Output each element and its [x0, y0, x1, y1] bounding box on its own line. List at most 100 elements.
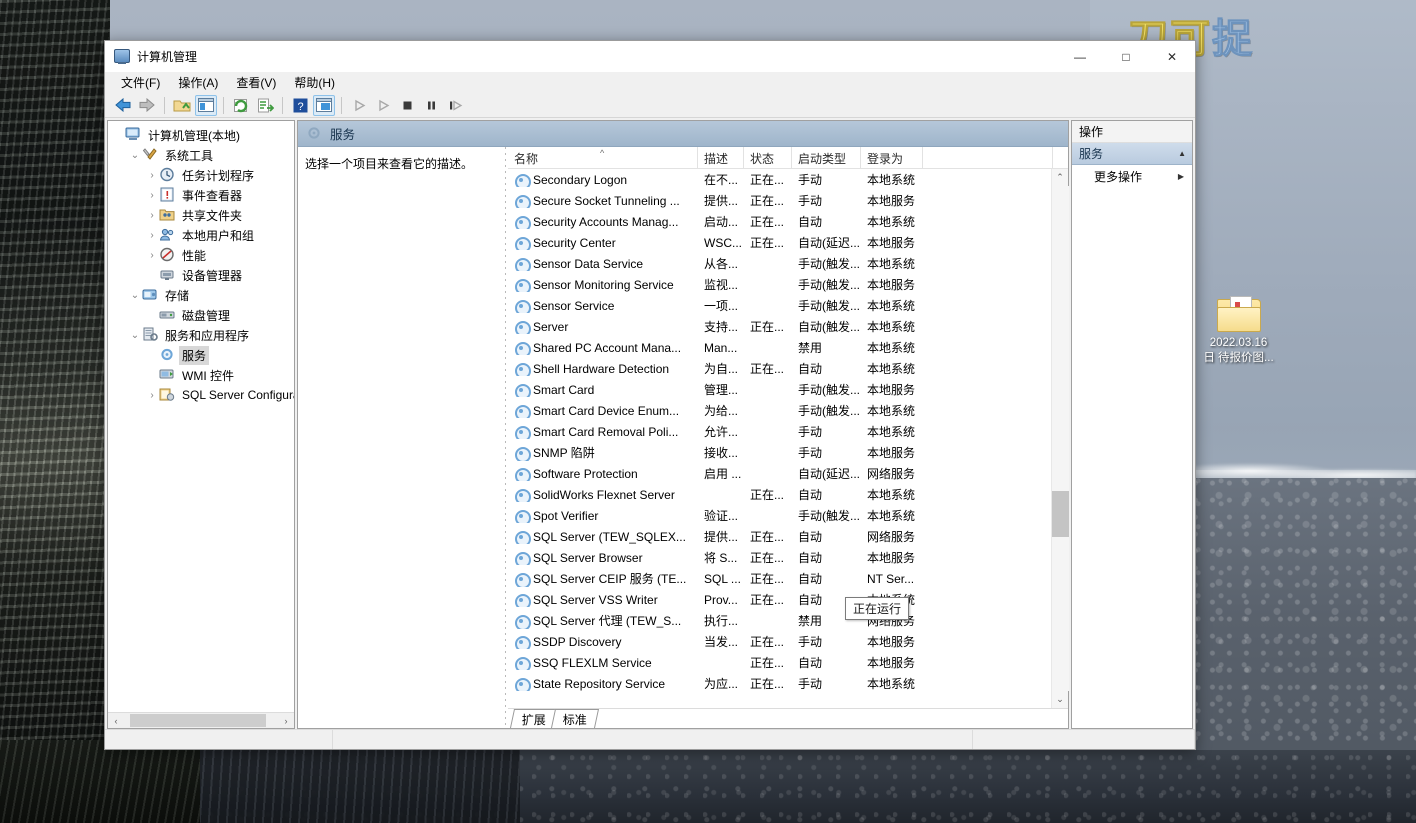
service-logon-as-cell: 本地服务: [867, 446, 916, 460]
actions-group-services[interactable]: 服务 ▲: [1072, 143, 1192, 165]
table-row[interactable]: Sensor Service 一项... 手动(触发... 本地系统: [508, 295, 1051, 316]
table-row[interactable]: SQL Server 代理 (TEW_S... 执行... 禁用 网络服务: [508, 610, 1051, 631]
stop-service-icon[interactable]: [396, 95, 418, 116]
table-row[interactable]: SQL Server Browser 将 S... 正在... 自动 本地服务: [508, 547, 1051, 568]
service-gear-icon: [514, 509, 531, 523]
tree-item-5[interactable]: › 本地用户和组: [111, 225, 294, 245]
restart-service-icon[interactable]: [444, 95, 466, 116]
tree-scroll-track[interactable]: [124, 713, 278, 728]
tree-item-0[interactable]: 计算机管理(本地): [111, 125, 294, 145]
scroll-down-icon[interactable]: ⌄: [1052, 691, 1069, 708]
console-tree[interactable]: 计算机管理(本地) ⌄ 系统工具 › 任务计划程序 › 事件查看器 › 共享文件夹 › 本地用户和组…: [108, 121, 294, 712]
table-row[interactable]: Secondary Logon 在不... 正在... 手动 本地系统: [508, 169, 1051, 190]
title-bar[interactable]: 计算机管理 — □ ✕: [105, 41, 1195, 72]
table-row[interactable]: Server 支持... 正在... 自动(触发... 本地系统: [508, 316, 1051, 337]
services-scroll-thumb[interactable]: [1051, 491, 1069, 537]
menu-view[interactable]: 查看(V): [228, 72, 284, 93]
table-row[interactable]: SSQ FLEXLM Service 正在... 自动 本地服务: [508, 652, 1051, 673]
show-console-tree-icon[interactable]: [195, 94, 217, 116]
services-scroll-track[interactable]: [1051, 186, 1069, 691]
scroll-left-icon[interactable]: ‹: [108, 713, 124, 728]
resume-service-icon[interactable]: [372, 95, 394, 116]
table-row[interactable]: Smart Card 管理... 手动(触发... 本地服务: [508, 379, 1051, 400]
table-row[interactable]: SNMP 陷阱 接收... 手动 本地服务: [508, 442, 1051, 463]
table-row[interactable]: SolidWorks Flexnet Server 正在... 自动 本地系统: [508, 484, 1051, 505]
table-row[interactable]: State Repository Service 为应... 正在... 手动 本地系统: [508, 673, 1051, 694]
scroll-up-icon[interactable]: ⌃: [1052, 169, 1069, 186]
back-arrow-icon[interactable]: [112, 95, 134, 116]
column-header-0[interactable]: 名称 ^: [508, 147, 698, 169]
service-startup-type-cell: 手动(触发...: [798, 299, 860, 313]
storage-icon: [142, 287, 158, 303]
table-row[interactable]: SQL Server VSS WriterProv...正在...自动本地系统: [508, 589, 1051, 610]
tree-item-13[interactable]: › SQL Server Configura: [111, 385, 294, 405]
chevron-right-icon[interactable]: ›: [145, 170, 159, 181]
service-logon-as-cell: 本地系统: [867, 362, 916, 376]
services-vertical-scrollbar[interactable]: ⌃ ⌄: [1051, 169, 1069, 708]
action-more-actions[interactable]: 更多操作 ▶: [1072, 165, 1192, 187]
tree-item-4[interactable]: › 共享文件夹: [111, 205, 294, 225]
table-row[interactable]: Sensor Monitoring Service 监视... 手动(触发... 本地…: [508, 274, 1051, 295]
table-row[interactable]: Smart Card Device Enum... 为给... 手动(触发... 本地…: [508, 400, 1051, 421]
tab-standard[interactable]: 标准: [550, 709, 600, 728]
column-header-5[interactable]: [923, 147, 1053, 169]
chevron-right-icon[interactable]: ›: [145, 250, 159, 261]
chevron-right-icon[interactable]: ›: [145, 210, 159, 221]
tree-item-10[interactable]: ⌄ 服务和应用程序: [111, 325, 294, 345]
tree-scroll-thumb[interactable]: [130, 714, 266, 727]
tree-item-3[interactable]: › 事件查看器: [111, 185, 294, 205]
chevron-right-icon[interactable]: ›: [145, 190, 159, 201]
column-header-4[interactable]: 登录为: [861, 147, 923, 169]
properties-pane-icon[interactable]: [313, 94, 335, 116]
maximize-button[interactable]: □: [1103, 41, 1149, 72]
column-header-2[interactable]: 状态: [744, 147, 792, 169]
service-startup-type-cell: 手动: [798, 194, 823, 208]
menu-help[interactable]: 帮助(H): [286, 72, 343, 93]
table-row[interactable]: SQL Server CEIP 服务 (TE... SQL ... 正在... 自动 N…: [508, 568, 1051, 589]
chevron-down-icon[interactable]: ⌄: [128, 290, 142, 301]
tree-item-6[interactable]: › 性能: [111, 245, 294, 265]
close-button[interactable]: ✕: [1149, 41, 1195, 72]
menu-action[interactable]: 操作(A): [170, 72, 226, 93]
tree-horizontal-scrollbar[interactable]: ‹ ›: [108, 712, 294, 728]
menu-file[interactable]: 文件(F): [113, 72, 168, 93]
column-header-3[interactable]: 启动类型: [792, 147, 861, 169]
view-tabs[interactable]: 扩展 标准: [508, 708, 1068, 728]
table-row[interactable]: SSDP Discovery 当发... 正在... 手动 本地服务: [508, 631, 1051, 652]
minimize-button[interactable]: —: [1057, 41, 1103, 72]
table-row[interactable]: Secure Socket Tunneling ... 提供... 正在... 手动 本…: [508, 190, 1051, 211]
scroll-right-icon[interactable]: ›: [278, 713, 294, 728]
export-list-icon[interactable]: [254, 95, 276, 116]
table-row[interactable]: Software Protection 启用 ... 自动(延迟... 网络服务: [508, 463, 1051, 484]
column-header-1[interactable]: 描述: [698, 147, 744, 169]
refresh-icon[interactable]: [230, 95, 252, 116]
table-row[interactable]: Spot Verifier 验证... 手动(触发... 本地系统: [508, 505, 1051, 526]
start-service-icon[interactable]: [348, 95, 370, 116]
tree-item-8[interactable]: ⌄ 存储: [111, 285, 294, 305]
chevron-down-icon[interactable]: ⌄: [128, 150, 142, 161]
chevron-down-icon[interactable]: ⌄: [128, 330, 142, 341]
table-row[interactable]: Security Accounts Manag... 启动... 正在... 自动 本地…: [508, 211, 1051, 232]
table-row[interactable]: Shell Hardware Detection 为自... 正在... 自动 本地系统: [508, 358, 1051, 379]
tree-item-9[interactable]: 磁盘管理: [111, 305, 294, 325]
tree-item-7[interactable]: 设备管理器: [111, 265, 294, 285]
tree-item-2[interactable]: › 任务计划程序: [111, 165, 294, 185]
chevron-right-icon[interactable]: ›: [145, 230, 159, 241]
table-row[interactable]: Security Center WSC... 正在... 自动(延迟... 本地服务: [508, 232, 1051, 253]
table-row[interactable]: Sensor Data Service 从各... 手动(触发... 本地系统: [508, 253, 1051, 274]
tree-item-1[interactable]: ⌄ 系统工具: [111, 145, 294, 165]
desktop-folder-icon[interactable]: 2022.03.16 日 待报价图...: [1186, 296, 1291, 366]
tree-item-11[interactable]: 服务: [111, 345, 294, 365]
collapse-up-icon[interactable]: ▲: [1178, 149, 1186, 158]
chevron-right-icon[interactable]: ›: [145, 390, 159, 401]
table-row[interactable]: Smart Card Removal Poli... 允许... 手动 本地系统: [508, 421, 1051, 442]
services-list-header[interactable]: 名称 ^ 描述 状态 启动类型 登录为: [508, 147, 1068, 169]
tree-item-12[interactable]: WMI 控件: [111, 365, 294, 385]
table-row[interactable]: Shared PC Account Mana... Man... 禁用 本地系统: [508, 337, 1051, 358]
pause-service-icon[interactable]: [420, 95, 442, 116]
help-icon[interactable]: ?: [289, 95, 311, 116]
table-row[interactable]: SQL Server (TEW_SQLEX... 提供... 正在... 自动 网络服务: [508, 526, 1051, 547]
forward-arrow-icon[interactable]: [136, 95, 158, 116]
services-list-body[interactable]: Secondary Logon 在不... 正在... 手动 本地系统 Secure So…: [508, 169, 1051, 708]
up-folder-icon[interactable]: [171, 95, 193, 116]
